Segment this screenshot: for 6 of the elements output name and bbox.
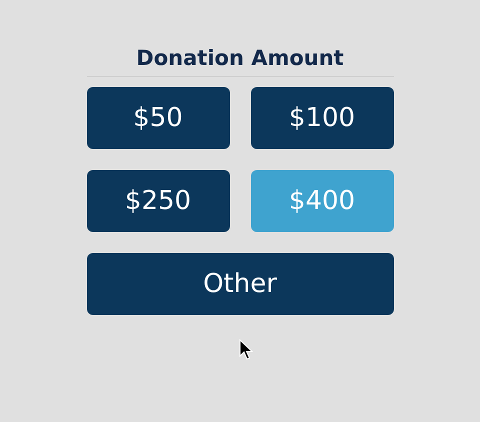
- other-button[interactable]: Other: [86, 253, 394, 315]
- amount-button[interactable]: $250: [86, 170, 230, 232]
- mouse-pointer-icon: [238, 339, 252, 361]
- amount-button[interactable]: $50: [86, 87, 230, 149]
- section-title: Donation Amount: [86, 44, 394, 77]
- amount-button[interactable]: $100: [250, 87, 394, 149]
